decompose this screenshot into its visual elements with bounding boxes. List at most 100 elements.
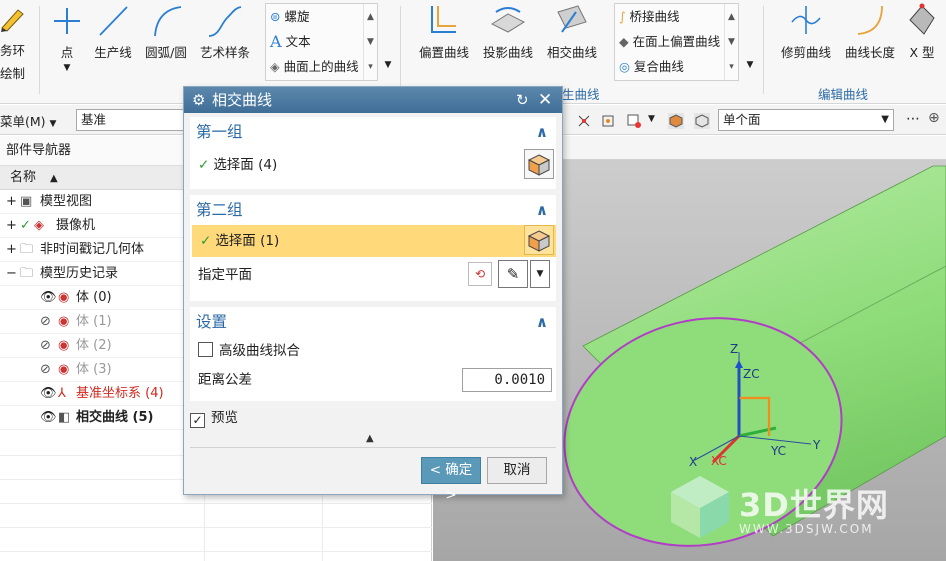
gallery-2-scroll[interactable]: ▲ ▼ ▾ [724,4,738,80]
x-form-button[interactable]: X 型 [902,2,942,61]
section-second-set: 第二组 ∧ ✓ 选择面 (1) 指定平面 ⟲ ✎ ▼ [190,195,556,301]
watermark-title: 3D世界网 [739,486,889,524]
body-feature-icon: ◉ [58,290,70,305]
folder-icon: 🗀 [20,242,34,257]
task-environment-button[interactable]: 务环 绘制 [0,6,36,82]
snap-face-icon[interactable] [626,113,642,129]
studio-spline-button[interactable]: 艺术样条 [196,4,254,61]
offset-in-face-item[interactable]: ◆ 在面上偏置曲线 [615,29,738,54]
offset-curve-icon [431,6,456,33]
body-feature-icon: ◉ [58,314,70,329]
preview-row[interactable]: ✓ 预览 [190,407,556,429]
curve-length-button[interactable]: 曲线长度 [840,2,900,61]
hidden-eye-icon[interactable]: ⊘ [40,358,51,382]
bridge-curve-item[interactable]: ∫ 桥接曲线 [615,4,738,29]
second-set-header[interactable]: 第二组 ∧ [190,195,556,225]
composite-curve-item[interactable]: ◎ 复合曲线 [615,54,738,79]
face-cube-icon [527,230,551,252]
wire-view-icon[interactable] [694,113,710,129]
collapse-chevron-icon[interactable]: ∧ [536,307,548,337]
watermark-url: WWW.3DSJW.COM [739,522,874,536]
helix-item[interactable]: ⊜ 螺旋 [266,4,377,29]
checkmark-icon: ✓ [198,157,210,173]
select-face-button[interactable] [524,225,554,255]
axis-xc-label: XC [711,454,727,468]
hidden-eye-icon[interactable]: ⊘ [40,310,51,334]
intersect-curve-button[interactable]: 相交曲线 [542,2,602,61]
gallery-2-more[interactable]: ▼ [744,60,756,70]
dialog-divider [190,447,556,448]
offset-curve-button[interactable]: 偏置曲线 [414,2,474,61]
first-set-select-face[interactable]: ✓ 选择面 (4) [190,147,556,183]
reset-icon[interactable]: ↻ [516,87,529,113]
eye-icon[interactable]: 👁 [40,382,57,406]
offset-in-face-icon: ◆ [619,34,629,49]
plane-options-dropdown[interactable]: ▼ [530,260,550,288]
arc-circle-button[interactable]: 圆弧/圆 [140,4,192,61]
tolerance-row: 距离公差 0.0010 [190,365,556,395]
crosshair-icon[interactable]: ⊕ [928,110,940,126]
select-face-button[interactable] [524,149,554,179]
type-filter-combo[interactable]: 基准 [76,109,186,131]
model-views-icon: ▣ [20,194,33,209]
hidden-eye-icon[interactable]: ⊘ [40,334,51,358]
axis-zc-label: ZC [743,367,760,381]
axis-x-label: X [689,455,698,469]
first-set-header[interactable]: 第一组 ∧ [190,117,556,147]
curve-gallery-2: ∫ 桥接曲线 ◆ 在面上偏置曲线 ◎ 复合曲线 ▲ ▼ ▾ [614,3,739,81]
gallery-1-more[interactable]: ▼ [382,60,394,70]
close-icon[interactable]: ✕ [538,87,552,113]
point-dropdown-icon[interactable]: ▼ [48,63,86,73]
intersection-curve-icon: ◧ [58,410,71,425]
collapse-icon[interactable]: − [6,262,17,286]
advanced-fit-row[interactable]: 高级曲线拟合 [190,337,556,365]
snap-dropdown-icon[interactable]: ▼ [648,114,655,124]
distance-tolerance-input[interactable]: 0.0010 [462,368,552,392]
line-button[interactable]: 生产线 [90,4,136,61]
helix-icon: ⊜ [270,9,281,24]
body-feature-icon: ◉ [58,338,70,353]
menu-button[interactable]: 菜单(M) ▼ [0,111,56,130]
expand-more-icon[interactable]: ▲ [366,433,374,444]
composite-curve-icon: ◎ [619,59,630,74]
text-icon: A [270,32,282,51]
eye-icon[interactable]: 👁 [40,406,57,430]
ok-button[interactable]: < 确定 > [421,457,481,503]
face-rule-combo[interactable]: 单个面 ▼ [718,109,894,131]
point-plus-icon [54,8,80,34]
checkmark-icon: ✓ [200,233,212,249]
datum-csys-icon: ⅄ [58,386,66,401]
curve-gallery-1: ⊜ 螺旋 A 文本 ◈ 曲面上的曲线 ▲ ▼ ▾ [265,3,378,81]
curve-on-surface-icon: ◈ [270,59,280,74]
plane-dialog-button[interactable]: ✎ [498,260,528,288]
dialog-titlebar[interactable]: ⚙ 相交曲线 ↻ ✕ [184,87,562,113]
project-curve-button[interactable]: 投影曲线 [478,2,538,61]
watermark-logo [671,476,729,538]
snap-curve-icon[interactable] [600,113,616,129]
more-tools-icon[interactable]: ⋯ [906,111,920,127]
expand-icon[interactable]: + [6,238,17,262]
specify-plane-row: 指定平面 ⟲ ✎ ▼ [190,257,556,293]
shaded-view-icon[interactable] [668,113,684,129]
eye-icon[interactable]: 👁 [40,286,57,310]
cancel-button[interactable]: 取消 [487,457,547,484]
collapse-chevron-icon[interactable]: ∧ [536,195,548,225]
gear-icon[interactable]: ⚙ [192,87,206,113]
expand-icon[interactable]: + [6,190,17,214]
expand-icon[interactable]: + [6,214,17,238]
menu-dropdown-icon: ▼ [49,119,57,129]
snap-point-icon[interactable] [576,113,592,129]
advanced-fit-checkbox[interactable] [198,342,213,357]
preview-checkbox[interactable]: ✓ [190,413,205,428]
collapse-chevron-icon[interactable]: ∧ [536,117,548,147]
axis-yc-label: YC [771,444,787,458]
plane-select-button[interactable]: ⟲ [468,262,492,286]
trim-curve-button[interactable]: 修剪曲线 [776,2,836,61]
second-set-select-face[interactable]: ✓ 选择面 (1) [192,225,556,257]
arc-icon [154,6,182,37]
settings-header[interactable]: 设置 ∧ [190,307,556,337]
curve-on-surface-item[interactable]: ◈ 曲面上的曲线 [266,54,377,79]
point-button[interactable]: 点 ▼ [48,4,86,73]
text-item[interactable]: A 文本 [266,29,377,54]
gallery-1-scroll[interactable]: ▲ ▼ ▾ [363,4,377,80]
